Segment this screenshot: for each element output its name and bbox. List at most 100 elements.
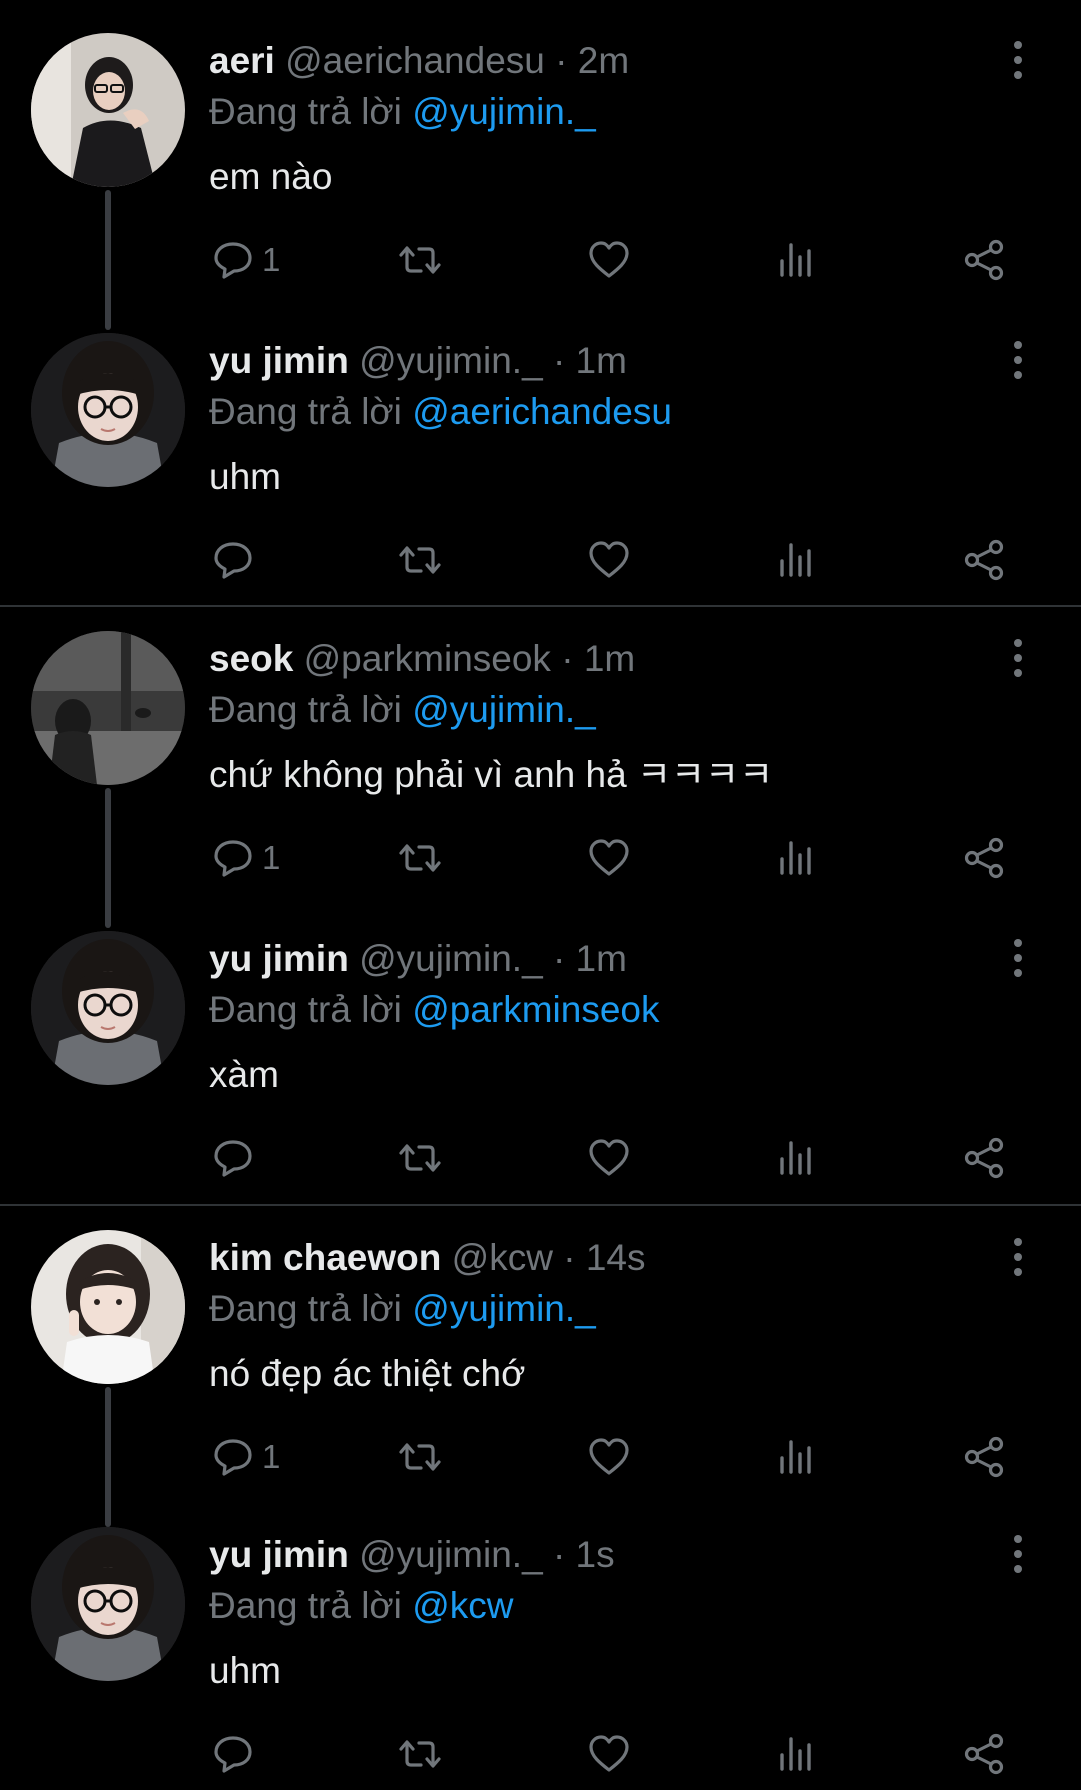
tweet-header: yu jimin @yujimin._ · 1m bbox=[209, 336, 627, 386]
jimin-avatar bbox=[31, 333, 185, 487]
tweet[interactable]: seok @parkminseok · 1m Đang trả lời @yuj… bbox=[0, 598, 1081, 928]
replying-to: Đang trả lời @yujimin._ bbox=[209, 1284, 596, 1334]
replying-to-label: Đang trả lời bbox=[209, 391, 402, 432]
tweet[interactable]: yu jimin @yujimin._ · 1s Đang trả lời @k… bbox=[0, 1494, 1081, 1790]
user-handle[interactable]: @kcw bbox=[452, 1237, 553, 1278]
display-name[interactable]: yu jimin bbox=[209, 1534, 349, 1575]
share-button[interactable] bbox=[961, 830, 1007, 886]
avatar[interactable] bbox=[31, 1527, 185, 1681]
user-handle[interactable]: @parkminseok bbox=[304, 638, 551, 679]
more-options-button[interactable] bbox=[1003, 1235, 1033, 1279]
reply-thread-feed: aeri @aerichandesu · 2m Đang trả lời @yu… bbox=[0, 0, 1081, 1790]
replying-to: Đang trả lời @kcw bbox=[209, 1581, 513, 1631]
display-name[interactable]: aeri bbox=[209, 40, 275, 81]
retweet-button[interactable] bbox=[397, 532, 443, 588]
reply-mention-link[interactable]: @parkminseok bbox=[412, 989, 659, 1030]
share-button[interactable] bbox=[961, 1130, 1007, 1186]
retweet-button[interactable] bbox=[397, 830, 443, 886]
display-name[interactable]: seok bbox=[209, 638, 293, 679]
replying-to: Đang trả lời @yujimin._ bbox=[209, 685, 596, 735]
more-options-button[interactable] bbox=[1003, 338, 1033, 382]
views-button[interactable] bbox=[773, 1726, 819, 1782]
reply-mention-link[interactable]: @aerichandesu bbox=[412, 391, 672, 432]
reply-icon bbox=[214, 242, 252, 279]
display-name[interactable]: kim chaewon bbox=[209, 1237, 441, 1278]
heart-icon bbox=[589, 839, 629, 876]
user-handle[interactable]: @yujimin._ bbox=[359, 938, 543, 979]
share-icon bbox=[964, 1733, 1004, 1775]
views-bar-chart-icon bbox=[780, 1440, 811, 1474]
more-options-button[interactable] bbox=[1003, 1532, 1033, 1576]
separator-dot: · bbox=[552, 340, 566, 381]
share-icon bbox=[964, 239, 1004, 281]
reply-button[interactable] bbox=[210, 532, 262, 588]
reply-button[interactable]: 1 bbox=[210, 1429, 280, 1485]
more-options-button[interactable] bbox=[1003, 38, 1033, 82]
retweet-icon bbox=[399, 1443, 441, 1471]
timestamp[interactable]: 1m bbox=[576, 340, 627, 381]
retweet-icon bbox=[399, 546, 441, 574]
avatar[interactable] bbox=[31, 631, 185, 785]
more-options-button[interactable] bbox=[1003, 936, 1033, 980]
views-button[interactable] bbox=[773, 1130, 819, 1186]
tweet[interactable]: kim chaewon @kcw · 14s Đang trả lời @yuj… bbox=[0, 1197, 1081, 1527]
display-name[interactable]: yu jimin bbox=[209, 340, 349, 381]
share-button[interactable] bbox=[961, 232, 1007, 288]
retweet-button[interactable] bbox=[397, 1130, 443, 1186]
views-button[interactable] bbox=[773, 1429, 819, 1485]
display-name[interactable]: yu jimin bbox=[209, 938, 349, 979]
timestamp[interactable]: 14s bbox=[586, 1237, 646, 1278]
replying-to-label: Đang trả lời bbox=[209, 689, 402, 730]
tweet-text: em nào bbox=[209, 156, 333, 197]
user-handle[interactable]: @yujimin._ bbox=[359, 340, 543, 381]
like-button[interactable] bbox=[586, 830, 632, 886]
avatar[interactable] bbox=[31, 333, 185, 487]
share-icon bbox=[964, 539, 1004, 581]
tweet[interactable]: aeri @aerichandesu · 2m Đang trả lời @yu… bbox=[0, 0, 1081, 330]
views-button[interactable] bbox=[773, 830, 819, 886]
more-vertical-icon bbox=[1014, 939, 1022, 977]
share-button[interactable] bbox=[961, 1429, 1007, 1485]
views-button[interactable] bbox=[773, 532, 819, 588]
more-options-button[interactable] bbox=[1003, 636, 1033, 680]
separator-dot: · bbox=[563, 1237, 576, 1278]
reply-mention-link[interactable]: @yujimin._ bbox=[412, 91, 596, 132]
reply-mention-link[interactable]: @kcw bbox=[412, 1585, 513, 1626]
avatar[interactable] bbox=[31, 931, 185, 1085]
like-button[interactable] bbox=[586, 532, 632, 588]
tweet[interactable]: yu jimin @yujimin._ · 1m Đang trả lời @a… bbox=[0, 300, 1081, 600]
heart-icon bbox=[589, 241, 629, 278]
share-button[interactable] bbox=[961, 532, 1007, 588]
timestamp[interactable]: 1s bbox=[576, 1534, 615, 1575]
like-button[interactable] bbox=[586, 1130, 632, 1186]
timestamp[interactable]: 1m bbox=[576, 938, 627, 979]
reply-button[interactable] bbox=[210, 1130, 262, 1186]
reply-button[interactable]: 1 bbox=[210, 830, 280, 886]
user-handle[interactable]: @yujimin._ bbox=[359, 1534, 543, 1575]
tweet-text: uhm bbox=[209, 1650, 281, 1691]
views-button[interactable] bbox=[773, 232, 819, 288]
views-bar-chart-icon bbox=[780, 1737, 811, 1771]
tweet[interactable]: yu jimin @yujimin._ · 1m Đang trả lời @p… bbox=[0, 898, 1081, 1198]
reply-button[interactable] bbox=[210, 1726, 262, 1782]
retweet-button[interactable] bbox=[397, 1726, 443, 1782]
timestamp[interactable]: 2m bbox=[578, 40, 629, 81]
reply-count: 1 bbox=[262, 241, 281, 278]
reply-icon bbox=[214, 840, 252, 877]
like-button[interactable] bbox=[586, 1726, 632, 1782]
share-button[interactable] bbox=[961, 1726, 1007, 1782]
tweet-actions bbox=[0, 1726, 1081, 1782]
avatar[interactable] bbox=[31, 33, 185, 187]
jimin-avatar bbox=[31, 1527, 185, 1681]
user-handle[interactable]: @aerichandesu bbox=[285, 40, 545, 81]
retweet-button[interactable] bbox=[397, 1429, 443, 1485]
share-icon bbox=[964, 1436, 1004, 1478]
reply-mention-link[interactable]: @yujimin._ bbox=[412, 1288, 596, 1329]
like-button[interactable] bbox=[586, 232, 632, 288]
avatar[interactable] bbox=[31, 1230, 185, 1384]
timestamp[interactable]: 1m bbox=[584, 638, 635, 679]
reply-button[interactable]: 1 bbox=[210, 232, 280, 288]
like-button[interactable] bbox=[586, 1429, 632, 1485]
reply-mention-link[interactable]: @yujimin._ bbox=[412, 689, 596, 730]
retweet-button[interactable] bbox=[397, 232, 443, 288]
